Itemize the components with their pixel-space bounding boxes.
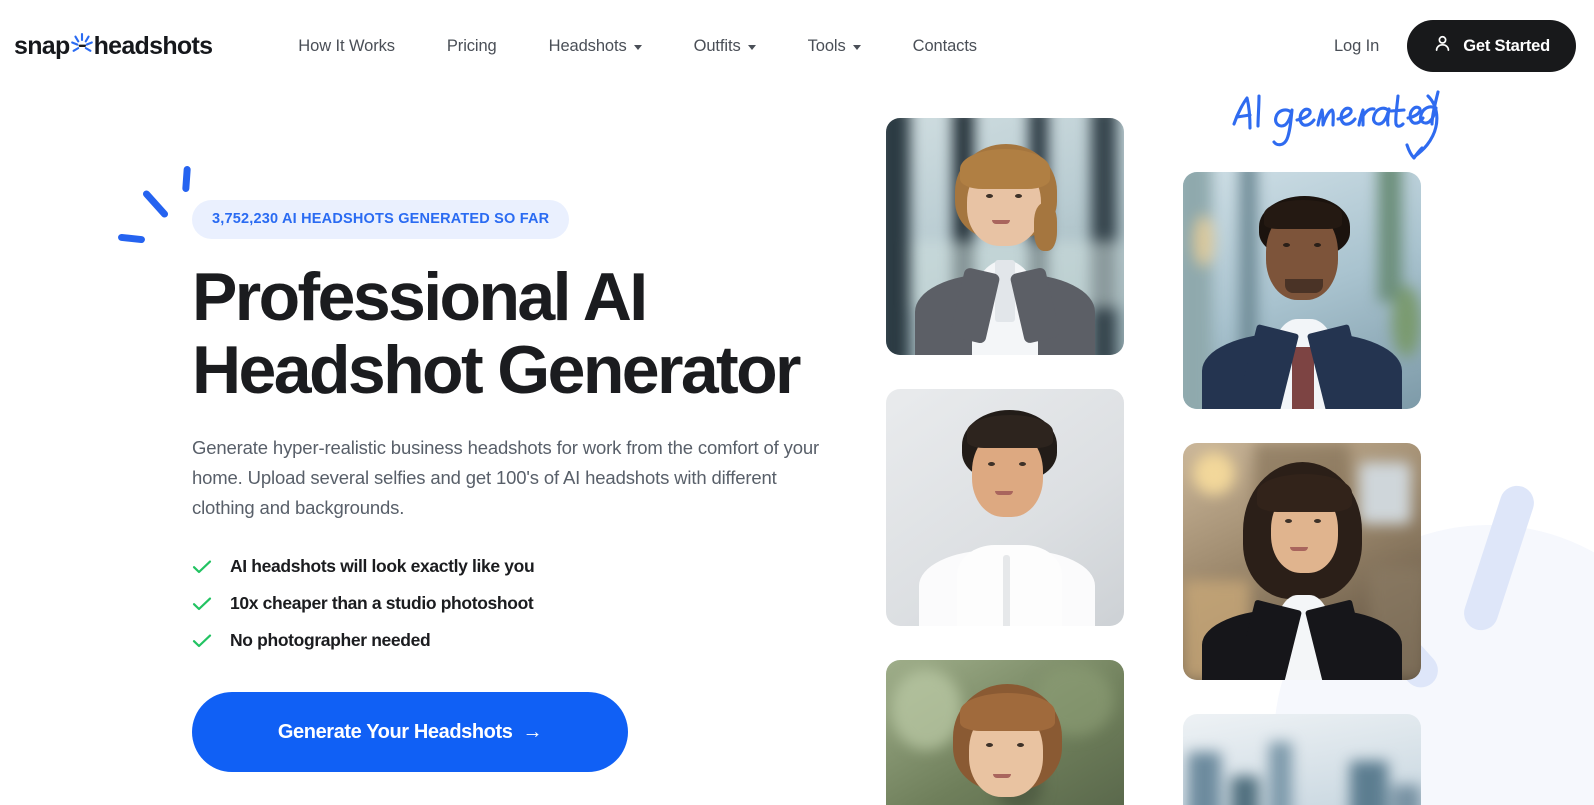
nav-item-tools[interactable]: Tools <box>782 37 887 56</box>
gallery-photo-man-navy-suit[interactable] <box>1183 172 1421 409</box>
get-started-button[interactable]: Get Started <box>1407 20 1576 72</box>
gallery-photo-person-skyline[interactable] <box>1183 714 1421 805</box>
hero-landing-page: snap headshots How It Works Pricing Head… <box>0 0 1594 805</box>
nav-item-how-it-works[interactable]: How It Works <box>272 37 421 56</box>
nav-item-outfits[interactable]: Outfits <box>668 37 782 56</box>
login-link[interactable]: Log In <box>1334 37 1379 56</box>
brand-name-second: headshots <box>93 31 213 60</box>
chevron-down-icon <box>852 44 861 50</box>
user-icon <box>1433 34 1452 58</box>
generate-headshots-button[interactable]: Generate Your Headshots → <box>192 692 628 773</box>
feature-item: 10x cheaper than a studio photoshoot <box>192 593 852 614</box>
feature-label: 10x cheaper than a studio photoshoot <box>230 593 534 614</box>
get-started-label: Get Started <box>1463 36 1550 55</box>
sparkle-ray <box>117 233 146 244</box>
feature-list: AI headshots will look exactly like you … <box>192 556 852 651</box>
headline-line-1: Professional AI <box>192 259 648 335</box>
nav-label: Pricing <box>446 36 497 55</box>
chevron-down-icon <box>633 44 642 50</box>
cta-label: Generate Your Headshots <box>277 720 513 743</box>
nav-item-headshots[interactable]: Headshots <box>523 37 668 56</box>
arrow-right-icon: → <box>522 720 543 743</box>
sparkle-decoration <box>117 158 200 244</box>
check-icon <box>192 634 212 648</box>
headshots-count-badge: 3,752,230 AI HEADSHOTS GENERATED SO FAR <box>192 200 570 239</box>
gallery-photo-woman-black-blazer[interactable] <box>1183 443 1421 680</box>
headline-line-2: Headshot Generator <box>192 331 802 408</box>
nav-label: Tools <box>807 36 846 55</box>
gallery-photo-woman-outdoor[interactable] <box>886 660 1124 805</box>
nav-item-contacts[interactable]: Contacts <box>887 37 1003 56</box>
gallery-photo-man-white-shirt[interactable] <box>886 389 1124 626</box>
feature-item: No photographer needed <box>192 630 852 651</box>
brand-name-first: snap <box>14 31 70 60</box>
chevron-down-icon <box>747 44 756 50</box>
brand-logo[interactable]: snap headshots <box>14 31 213 60</box>
header-actions: Log In Get Started <box>1334 20 1578 72</box>
sparkle-burst-icon <box>69 32 95 60</box>
site-header: snap headshots How It Works Pricing Head… <box>0 0 1594 92</box>
nav-item-pricing[interactable]: Pricing <box>421 37 523 56</box>
hero-content: 3,752,230 AI HEADSHOTS GENERATED SO FAR … <box>117 150 852 773</box>
feature-label: AI headshots will look exactly like you <box>230 556 535 577</box>
decor-bar <box>1459 481 1539 635</box>
check-icon <box>192 560 212 574</box>
nav-label: How It Works <box>298 36 395 55</box>
feature-label: No photographer needed <box>230 630 431 651</box>
check-icon <box>192 597 212 611</box>
sparkle-ray <box>182 165 191 193</box>
nav-label: Contacts <box>912 36 977 55</box>
main-navigation: How It Works Pricing Headshots Outfits T… <box>272 37 1003 56</box>
feature-item: AI headshots will look exactly like you <box>192 556 852 577</box>
sparkle-ray <box>141 189 170 219</box>
nav-label: Outfits <box>693 36 741 55</box>
page-title: Professional AI Headshot Generator <box>192 261 852 407</box>
headshot-gallery <box>886 0 1446 805</box>
hero-description: Generate hyper-realistic business headsh… <box>192 436 819 519</box>
gallery-photo-woman-grey-blazer[interactable] <box>886 118 1124 355</box>
nav-label: Headshots <box>548 36 627 55</box>
